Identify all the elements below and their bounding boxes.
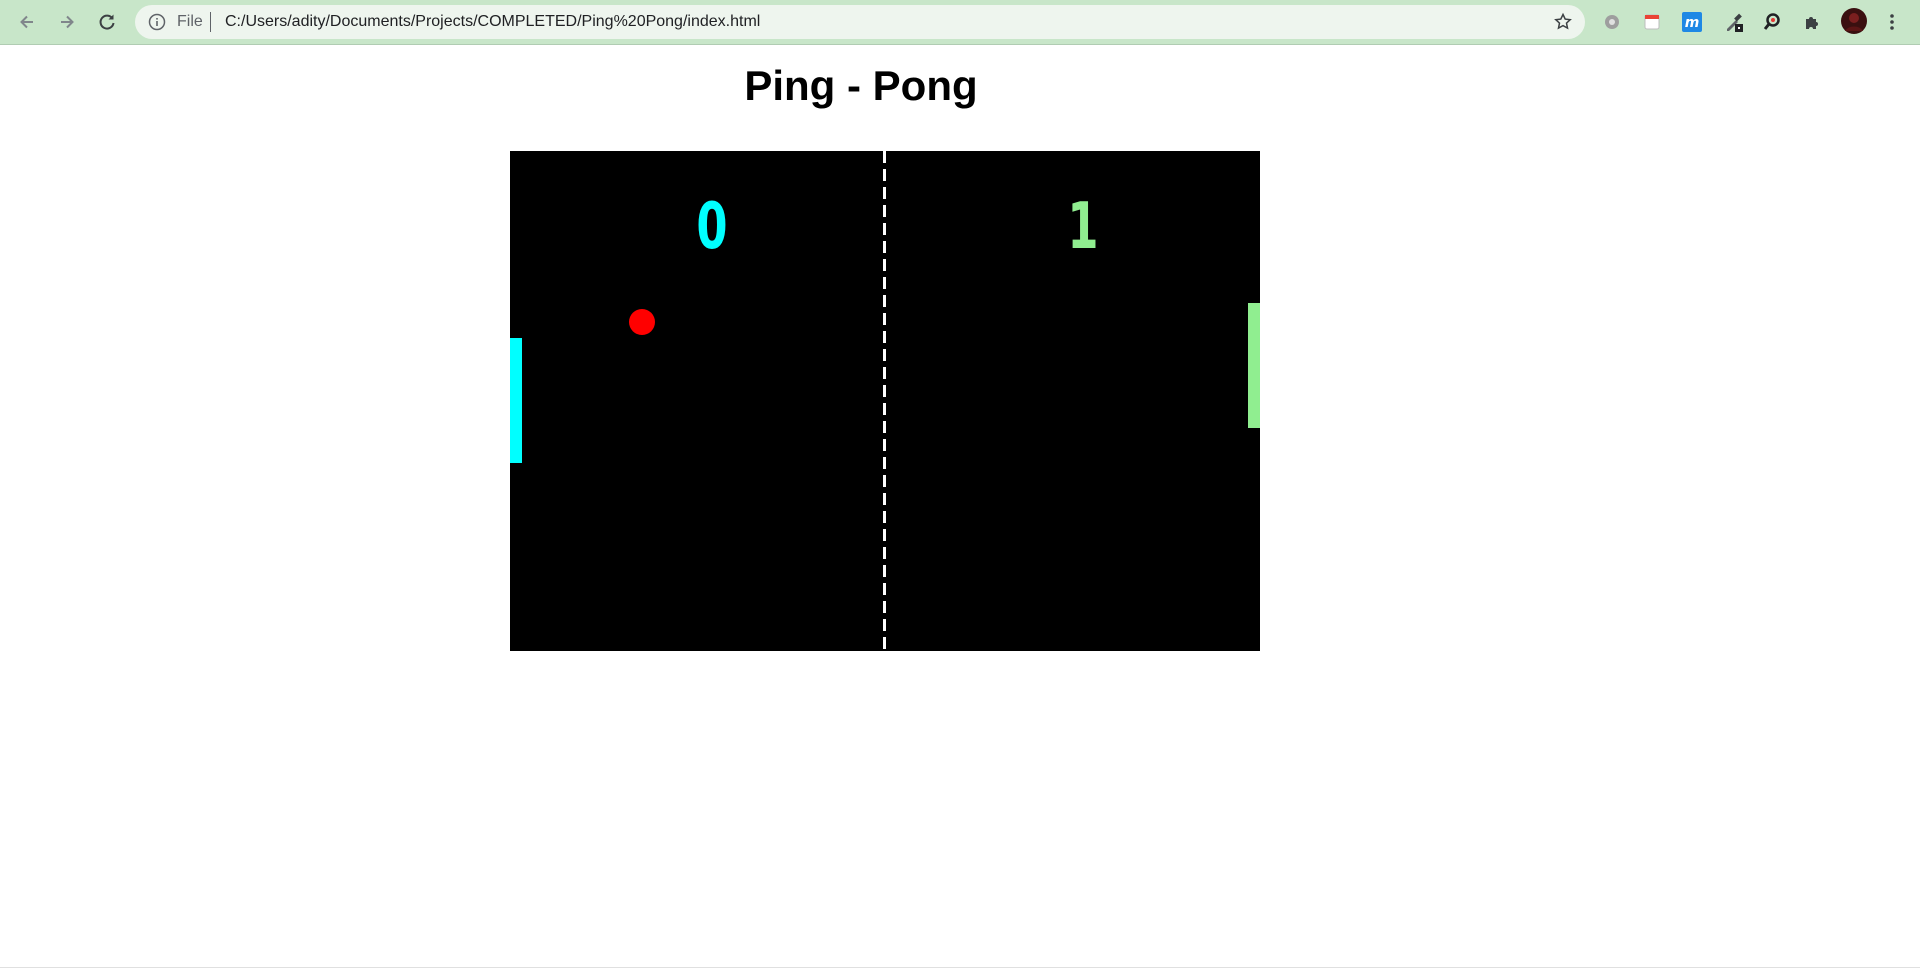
ball [629,309,655,335]
extension-eyedropper[interactable] [1722,10,1746,34]
address-url[interactable]: C:/Users/adity/Documents/Projects/COMPLE… [225,13,760,31]
extension-search-lens[interactable] [1760,10,1784,34]
game-canvas[interactable]: 0 1 [510,151,1260,651]
reload-icon [99,14,115,30]
address-divider [210,12,211,32]
address-bar[interactable]: File C:/Users/adity/Documents/Projects/C… [135,5,1585,39]
extension-gear[interactable] [1600,10,1624,34]
kebab-menu-icon [1890,14,1894,30]
avatar-icon [1841,8,1867,34]
extension-calendar[interactable] [1640,10,1664,34]
arrow-left-icon [20,15,33,29]
left-paddle[interactable] [510,338,522,463]
eyedropper-icon [1727,13,1743,32]
browser-menu-button[interactable] [1880,10,1904,34]
svg-text:m: m [1685,15,1700,31]
center-net [883,151,886,651]
m-logo-icon: m [1682,12,1702,32]
info-icon[interactable] [148,13,166,31]
extensions-button[interactable] [1800,10,1824,34]
bookmark-star-icon[interactable] [1553,12,1573,32]
page-bottom-border [0,967,1920,968]
profile-avatar[interactable] [1840,7,1868,35]
arrow-right-icon [61,15,74,29]
page-title: Ping - Pong [744,62,978,109]
left-player-score: 0 [696,190,728,264]
calendar-icon [1644,14,1660,30]
back-button[interactable] [14,9,40,35]
browser-toolbar: File C:/Users/adity/Documents/Projects/C… [0,0,1920,45]
forward-button[interactable] [54,9,80,35]
gear-icon [1605,15,1619,29]
extension-m[interactable]: m [1680,10,1704,34]
right-player-score: 1 [1067,190,1099,264]
right-paddle [1248,303,1260,428]
puzzle-icon [1806,17,1818,29]
reload-button[interactable] [94,9,120,35]
magnifier-icon [1763,13,1780,30]
address-scheme: File [177,13,203,30]
